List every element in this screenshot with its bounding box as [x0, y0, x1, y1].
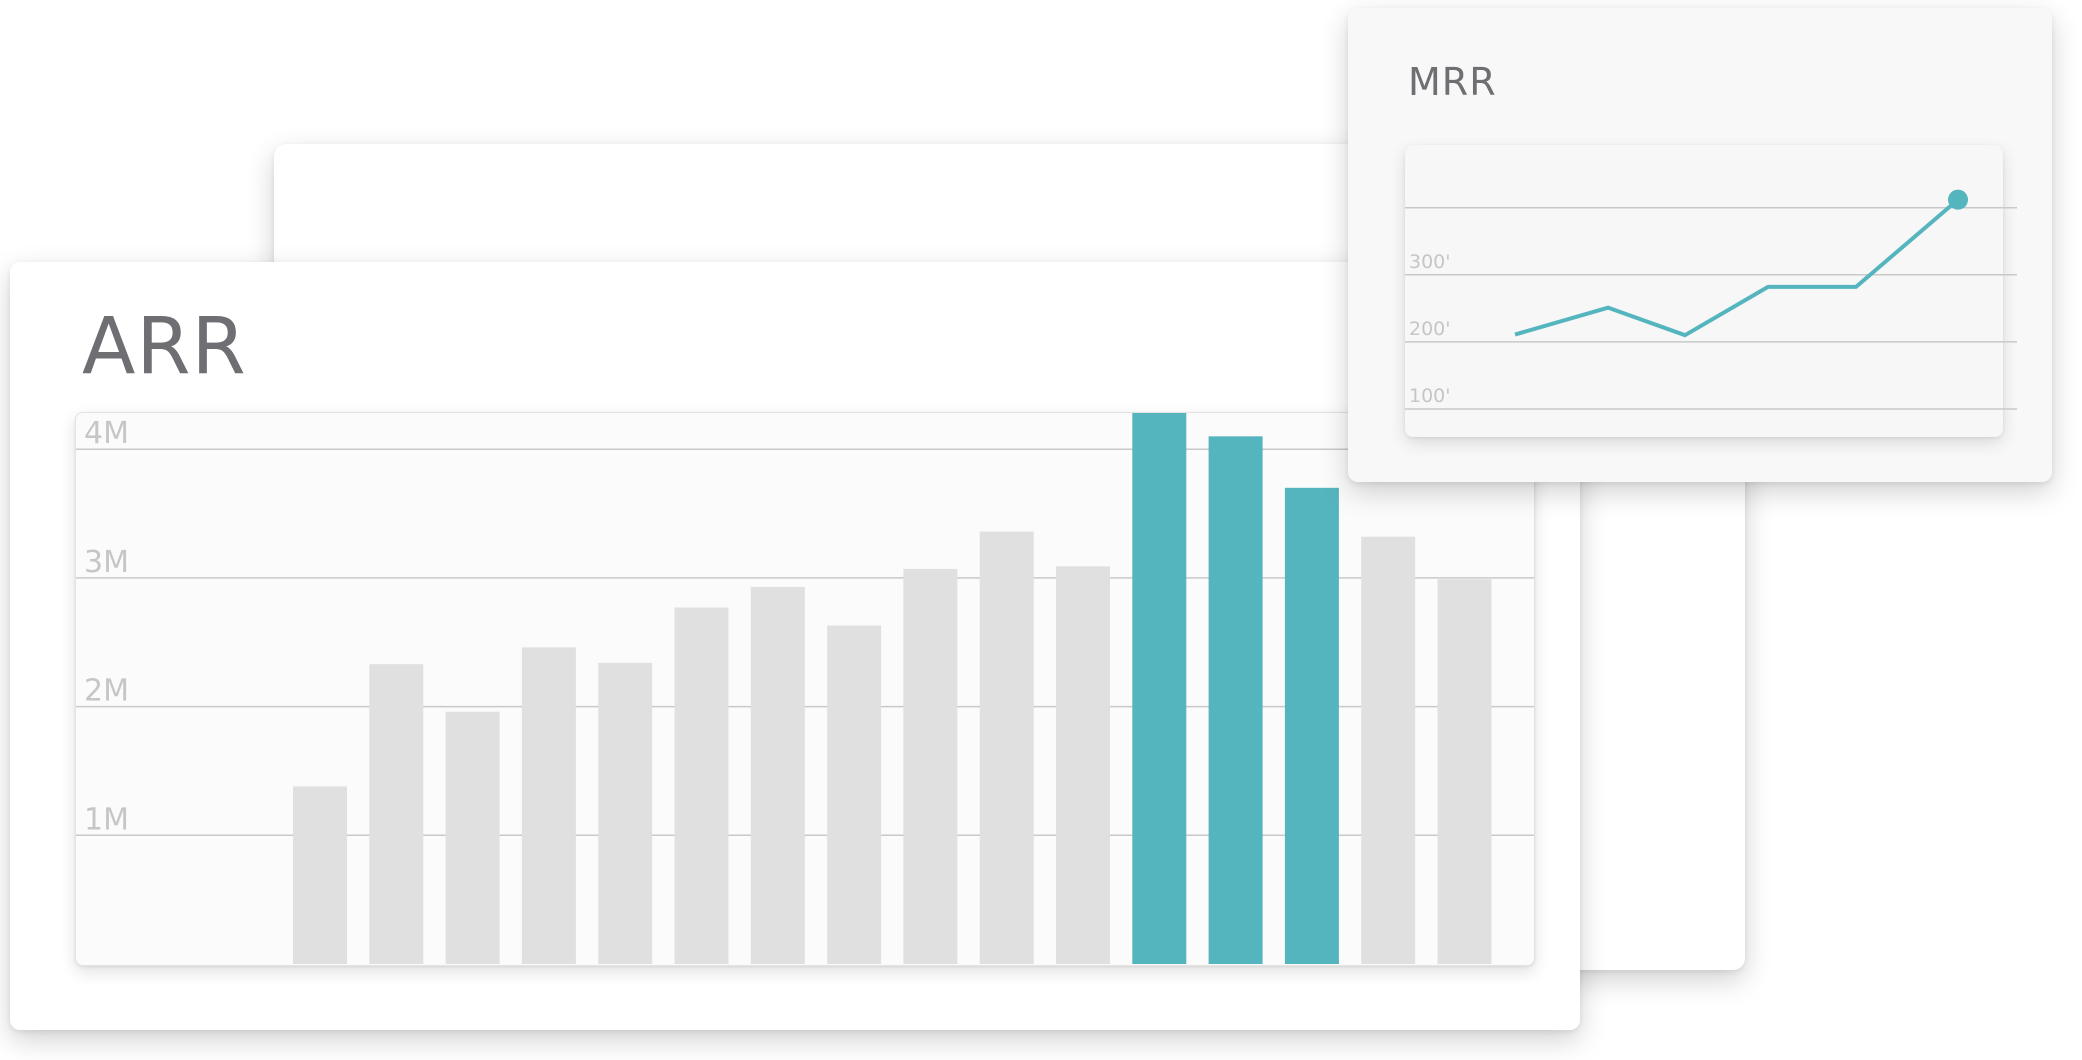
- arr-bar: [750, 586, 805, 964]
- arr-y-tick-label: 2M: [84, 674, 129, 709]
- mrr-series-line: [1514, 198, 1960, 338]
- arr-bar: [445, 711, 500, 964]
- arr-bar-chart: 1M 2M 3M 4M: [76, 413, 1534, 965]
- arr-bar: [521, 647, 576, 964]
- mrr-y-tick-label: 200': [1409, 318, 1451, 340]
- arr-bar: [827, 625, 882, 964]
- arr-chart-panel: 1M 2M 3M 4M: [75, 412, 1535, 966]
- arr-y-tick-label: 3M: [84, 545, 129, 580]
- arr-bar: [903, 568, 958, 964]
- arr-y-tick-label: 4M: [84, 416, 129, 451]
- arr-bar-highlighted: [1284, 487, 1339, 964]
- arr-card: ARR 1M 2M 3M 4M: [10, 262, 1580, 1030]
- mrr-chart-panel: 100' 200' 300': [1405, 145, 2017, 437]
- arr-bar: [598, 662, 653, 964]
- mrr-title: MRR: [1408, 60, 1497, 104]
- mrr-line-chart: 100' 200' 300': [1405, 189, 2017, 410]
- arr-y-tick-label: 1M: [84, 802, 129, 837]
- arr-bar-highlighted: [1208, 436, 1263, 965]
- arr-bar: [1437, 579, 1492, 964]
- arr-bar: [979, 531, 1034, 964]
- arr-bar: [674, 607, 729, 964]
- arr-bar: [293, 786, 347, 964]
- arr-bar-highlighted: [1132, 413, 1187, 964]
- arr-bar: [369, 664, 424, 964]
- arr-title: ARR: [82, 302, 247, 392]
- mrr-y-tick-label: 100': [1409, 385, 1451, 407]
- mrr-card: MRR 100' 200' 300': [1348, 8, 2052, 482]
- arr-bar: [1361, 536, 1416, 964]
- mrr-y-tick-label: 300': [1409, 251, 1451, 273]
- mrr-endpoint-marker: [1948, 189, 1968, 210]
- arr-bar: [1056, 566, 1110, 964]
